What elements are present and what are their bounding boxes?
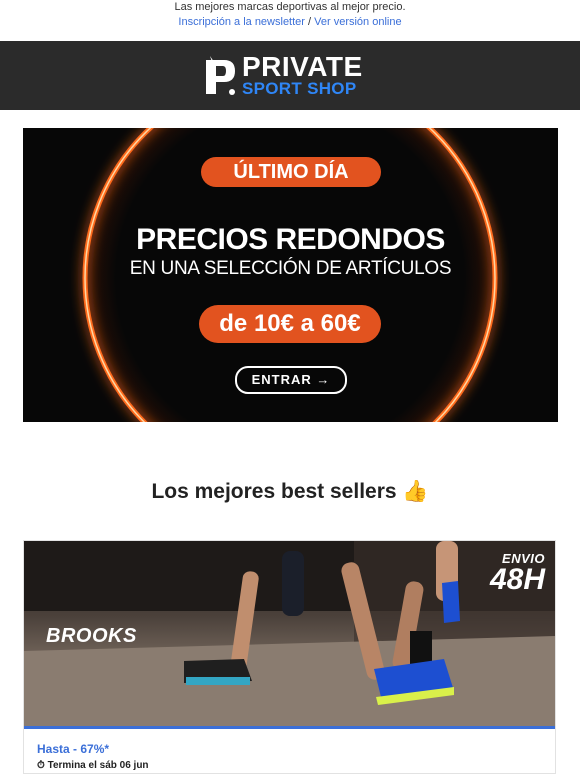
last-day-badge: ÚLTIMO DÍA [201, 157, 381, 187]
enter-button[interactable]: ENTRAR → [235, 366, 347, 394]
newsletter-signup-link[interactable]: Inscripción a la newsletter [178, 16, 305, 28]
logo-mark-icon [206, 56, 235, 95]
logo-text-private: PRIVATE [242, 51, 363, 82]
logo-text-sport-shop: SPORT SHOP [242, 79, 357, 98]
preheader-tagline: Las mejores marcas deportivas al mejor p… [174, 1, 406, 13]
brooks-campaign-image[interactable]: BROOKS ENVIO 48H [24, 541, 555, 726]
email-header: PRIVATE SPORT SHOP [0, 41, 580, 110]
hero-banner[interactable]: ÚLTIMO DÍA PRECIOS REDONDOS EN UNA SELEC… [23, 128, 558, 422]
view-online-link[interactable]: Ver versión online [314, 16, 401, 28]
preheader-links: Inscripción a la newsletter / Ver versió… [0, 15, 580, 30]
card-discount[interactable]: Hasta - 67%* [37, 742, 109, 756]
preheader: Las mejores marcas deportivas al mejor p… [0, 0, 580, 41]
shipping-time: 48H [489, 563, 545, 596]
shipping-badge: ENVIO 48H [489, 551, 545, 596]
brooks-logo-text: BROOKS [46, 625, 137, 647]
hero-subtitle: EN UNA SELECCIÓN DE ARTÍCULOS [129, 258, 452, 279]
price-range-badge: de 10€ a 60€ [199, 305, 381, 343]
best-sellers-heading: Los mejores best sellers 👍 [151, 480, 429, 503]
link-separator: / [308, 16, 312, 28]
brooks-sale-card[interactable]: BROOKS ENVIO 48H Hasta - 67%* ⏱ Termina … [23, 540, 556, 774]
private-sport-shop-logo[interactable]: PRIVATE SPORT SHOP [204, 51, 380, 98]
hero-title: PRECIOS REDONDOS [136, 223, 445, 256]
card-accent-bar [24, 726, 555, 729]
card-end-date: ⏱ Termina el sáb 06 jun [37, 760, 149, 771]
